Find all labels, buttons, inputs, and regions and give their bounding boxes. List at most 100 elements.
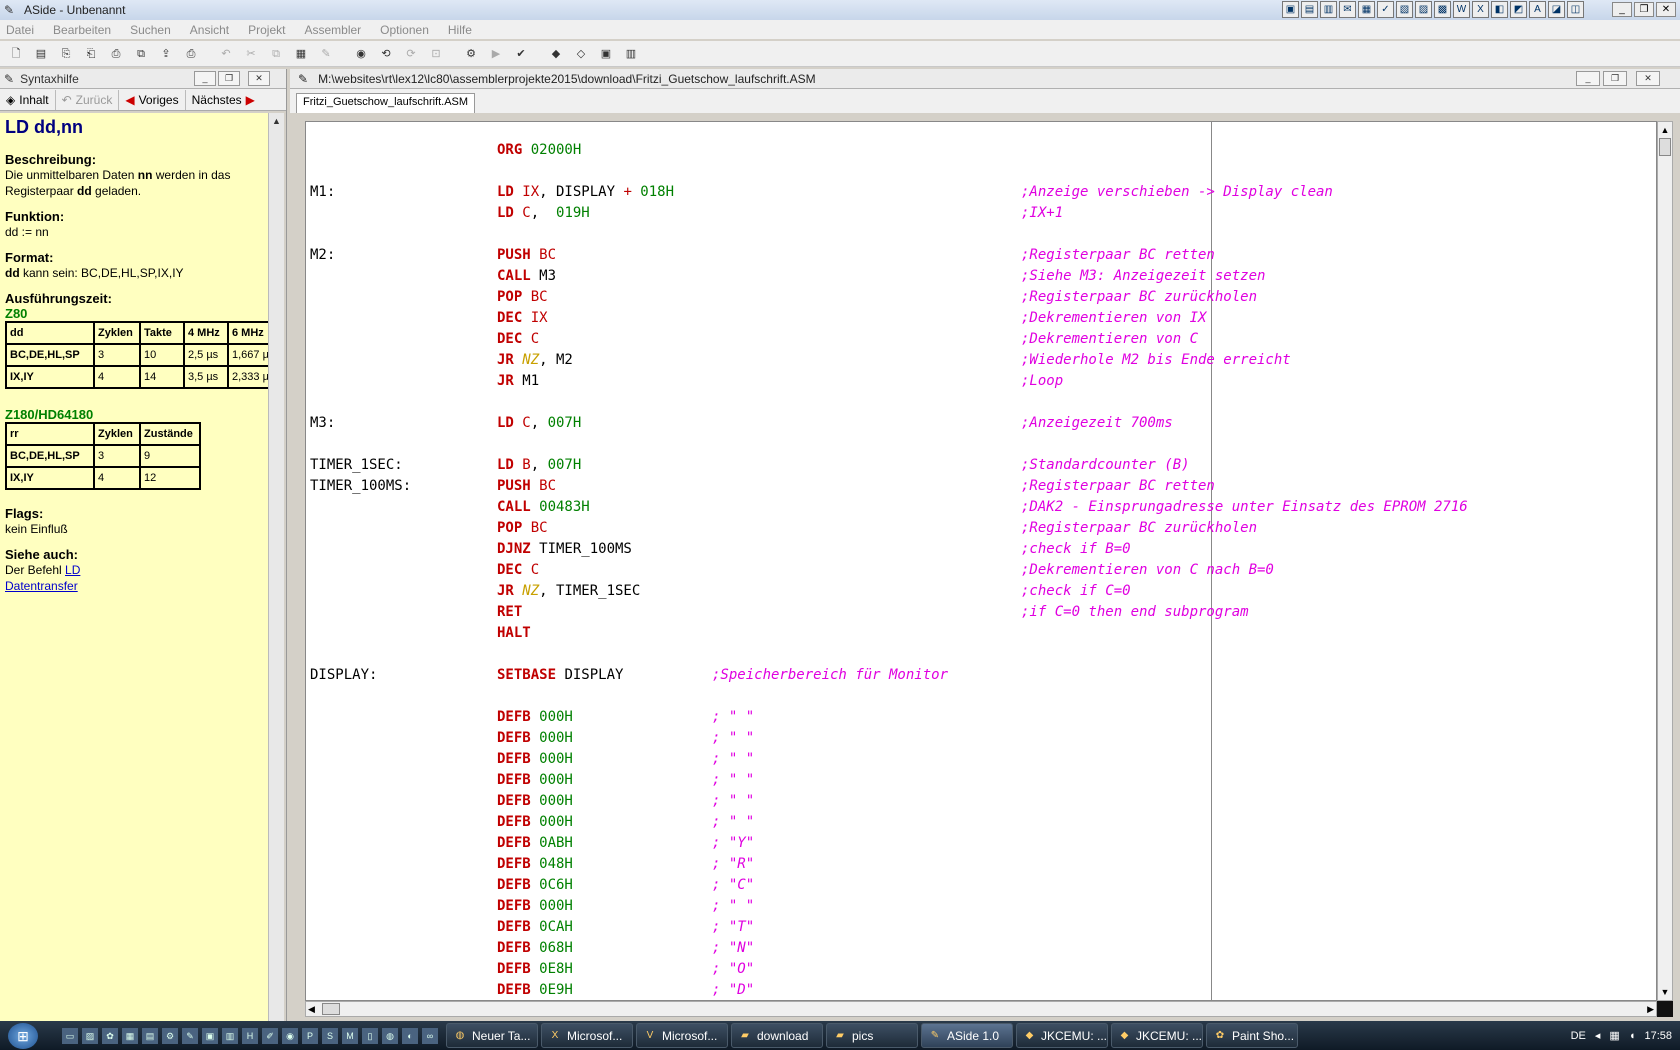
office-app-icon[interactable]: ◩ xyxy=(1510,1,1527,18)
office-app-icon[interactable]: ▥ xyxy=(1320,1,1337,18)
new-file-icon[interactable]: 🗋 xyxy=(8,46,24,62)
taskbar-task[interactable]: ✎ ASide 1.0 xyxy=(921,1023,1013,1048)
screen-icon[interactable]: ▣ xyxy=(202,1027,218,1044)
save-icon[interactable]: ⎙ xyxy=(108,46,124,62)
word-icon[interactable]: W xyxy=(1453,1,1470,18)
taskbar-task[interactable]: ◆ JKCEMU: ... xyxy=(1111,1023,1203,1048)
tray-expand-icon[interactable]: ◂ xyxy=(1595,1029,1601,1042)
menu-projekt[interactable]: Projekt xyxy=(248,23,285,37)
taskbar-task[interactable]: X Microsof... xyxy=(541,1023,633,1048)
office-app-icon[interactable]: ▣ xyxy=(1282,1,1299,18)
access-icon[interactable]: A xyxy=(1529,1,1546,18)
office-app-icon[interactable]: ▤ xyxy=(1301,1,1318,18)
office-app-icon[interactable]: ▦ xyxy=(1358,1,1375,18)
scroll-thumb[interactable] xyxy=(322,1003,340,1015)
scroll-up-icon[interactable]: ▲ xyxy=(1658,122,1672,138)
arduino-icon[interactable]: ∞ xyxy=(422,1027,438,1044)
doc-icon[interactable]: ▯ xyxy=(362,1027,378,1044)
scroll-right-icon[interactable]: ▶ xyxy=(1647,1002,1654,1016)
office-app-icon[interactable]: ◪ xyxy=(1548,1,1565,18)
export-icon[interactable]: ⇪ xyxy=(158,46,174,62)
scroll-thumb[interactable] xyxy=(1659,138,1671,156)
previous-button[interactable]: ◀ Voriges xyxy=(119,89,186,110)
language-indicator[interactable]: DE xyxy=(1571,1030,1586,1042)
close-icon[interactable]: ✕ xyxy=(1656,2,1676,17)
menu-hilfe[interactable]: Hilfe xyxy=(448,23,472,37)
tools-icon[interactable]: ✎ xyxy=(182,1027,198,1044)
editor-horizontal-scrollbar[interactable]: ◀ ▶ xyxy=(305,1001,1657,1017)
copy-icon[interactable]: ⧉ xyxy=(268,46,284,62)
scroll-left-icon[interactable]: ◀ xyxy=(308,1002,315,1016)
console-icon[interactable]: ▥ xyxy=(222,1027,238,1044)
calc-icon[interactable]: ▦ xyxy=(122,1027,138,1044)
restore-icon[interactable]: ❐ xyxy=(1634,2,1654,17)
new-document-icon[interactable]: ▤ xyxy=(33,46,49,62)
code-editor[interactable]: ORG 02000H M1: LD IX, DISPLAY + 018H ;Anzeige… xyxy=(305,121,1657,1001)
open-project-icon[interactable]: ⎗ xyxy=(83,46,99,62)
taskbar-task[interactable]: V Microsof... xyxy=(636,1023,728,1048)
menu-assembler[interactable]: Assembler xyxy=(304,23,361,37)
editor-vertical-scrollbar[interactable]: ▲ ▼ xyxy=(1657,121,1673,1001)
paste-icon[interactable]: ▦ xyxy=(293,46,309,62)
office-app-icon[interactable]: ◫ xyxy=(1567,1,1584,18)
clock[interactable]: 17:58 xyxy=(1644,1030,1672,1042)
tool-icon[interactable]: ◆ xyxy=(548,46,564,62)
run-icon[interactable]: ▶ xyxy=(488,46,504,62)
p-icon[interactable]: P xyxy=(302,1027,318,1044)
volume-icon[interactable]: ◖ xyxy=(1629,1030,1636,1042)
pen-icon[interactable]: ✐ xyxy=(262,1027,278,1044)
open-file-icon[interactable]: ⎘ xyxy=(58,46,74,62)
book-icon[interactable]: ▣ xyxy=(598,46,614,62)
scroll-up-icon[interactable]: ▲ xyxy=(269,113,284,129)
desktop-icon[interactable]: ▭ xyxy=(62,1027,78,1044)
cut-icon[interactable]: ✂ xyxy=(243,46,259,62)
restore-icon[interactable]: ❐ xyxy=(1603,71,1627,86)
office-app-icon[interactable]: ✓ xyxy=(1377,1,1394,18)
minimize-icon[interactable]: _ xyxy=(194,71,216,86)
help-book-icon[interactable]: ▥ xyxy=(623,46,639,62)
tab-file[interactable]: Fritzi_Guetschow_laufschrift.ASM xyxy=(296,93,476,113)
back-button[interactable]: ↶ Zurück xyxy=(56,89,120,110)
office-app-icon[interactable]: ◧ xyxy=(1491,1,1508,18)
mail-icon[interactable]: ✉ xyxy=(1339,1,1356,18)
office-app-icon[interactable]: ▩ xyxy=(1434,1,1451,18)
taskbar-task[interactable]: ✿ Paint Sho... xyxy=(1206,1023,1298,1048)
office-app-icon[interactable]: ▨ xyxy=(1415,1,1432,18)
minimize-icon[interactable]: _ xyxy=(1576,71,1600,86)
taskbar-task[interactable]: ◍ Neuer Ta... xyxy=(446,1023,538,1048)
goto-icon[interactable]: ⊡ xyxy=(428,46,444,62)
menu-suchen[interactable]: Suchen xyxy=(130,23,171,37)
menu-datei[interactable]: Datei xyxy=(6,23,34,37)
replace-icon[interactable]: ⟲ xyxy=(378,46,394,62)
taskbar-task[interactable]: ▰ download xyxy=(731,1023,823,1048)
browser-icon[interactable]: ◍ xyxy=(382,1027,398,1044)
restore-icon[interactable]: ❐ xyxy=(218,71,240,86)
h-icon[interactable]: H xyxy=(242,1027,258,1044)
settings-icon[interactable]: ⚙ xyxy=(162,1027,178,1044)
menu-optionen[interactable]: Optionen xyxy=(380,23,429,37)
contents-button[interactable]: ◈ Inhalt xyxy=(0,89,56,110)
image-icon[interactable]: ▨ xyxy=(82,1027,98,1044)
taskbar-task[interactable]: ◆ JKCEMU: ... xyxy=(1016,1023,1108,1048)
taskbar-task[interactable]: ▰ pics xyxy=(826,1023,918,1048)
save-all-icon[interactable]: ⧉ xyxy=(133,46,149,62)
m-icon[interactable]: M xyxy=(342,1027,358,1044)
find-icon[interactable]: ◉ xyxy=(353,46,369,62)
notes-icon[interactable]: ▤ xyxy=(142,1027,158,1044)
link-datentransfer[interactable]: Datentransfer xyxy=(5,579,78,593)
link-ld[interactable]: LD xyxy=(65,563,80,577)
close-icon[interactable]: ✕ xyxy=(1636,71,1660,86)
minimize-icon[interactable]: _ xyxy=(1612,2,1632,17)
skype-icon[interactable]: S xyxy=(322,1027,338,1044)
menu-bearbeiten[interactable]: Bearbeiten xyxy=(53,23,111,37)
office-app-icon[interactable]: ▧ xyxy=(1396,1,1413,18)
start-button[interactable]: ⊞ xyxy=(0,1021,46,1050)
media-icon[interactable]: ◉ xyxy=(282,1027,298,1044)
print-icon[interactable]: ⎙ xyxy=(183,46,199,62)
find-next-icon[interactable]: ⟳ xyxy=(403,46,419,62)
eraser-icon[interactable]: ◇ xyxy=(573,46,589,62)
help-scrollbar[interactable]: ▲ xyxy=(268,113,284,1021)
paint-icon[interactable]: ✿ xyxy=(102,1027,118,1044)
excel-icon[interactable]: X xyxy=(1472,1,1489,18)
next-button[interactable]: Nächstes ▶ xyxy=(186,90,261,110)
